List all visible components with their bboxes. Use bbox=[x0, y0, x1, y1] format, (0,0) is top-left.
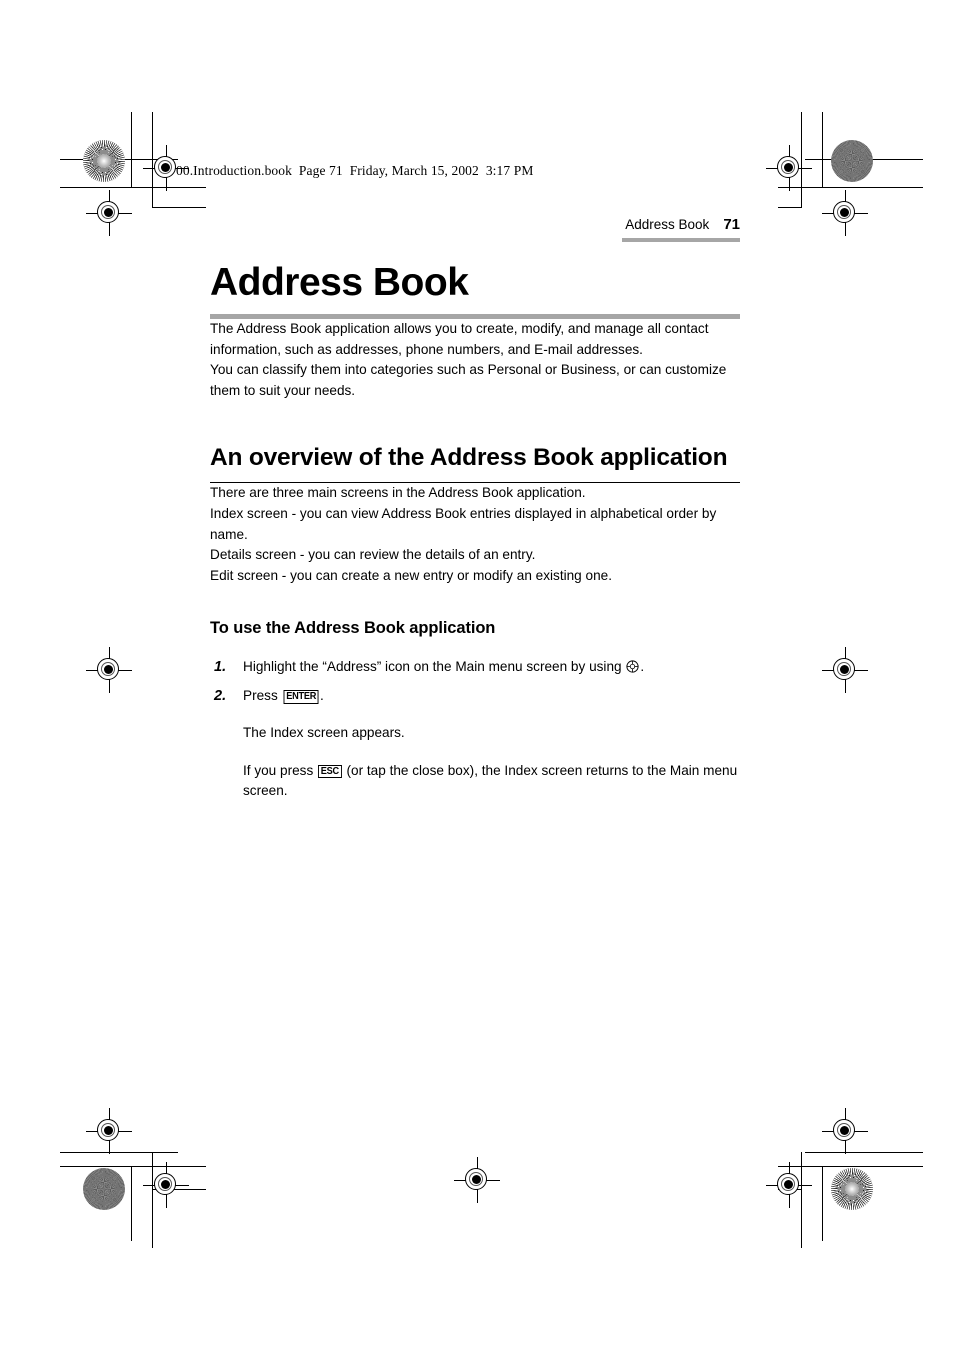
gray-dot-target-top-right bbox=[831, 140, 873, 182]
crop-mark bbox=[822, 1166, 823, 1241]
registration-mark bbox=[86, 190, 132, 236]
step-number: 1. bbox=[214, 658, 227, 675]
registration-mark bbox=[86, 647, 132, 693]
registration-mark bbox=[454, 1157, 500, 1203]
running-header-title: Address Book bbox=[625, 217, 710, 232]
running-header: Address Book 71 bbox=[420, 216, 740, 242]
page-number: 71 bbox=[723, 216, 740, 233]
procedure-title: To use the Address Book application bbox=[210, 618, 496, 637]
esc-key-glyph: ESC bbox=[318, 764, 342, 779]
running-header-rule bbox=[622, 238, 740, 242]
step-text: Highlight the “Address” icon on the Main… bbox=[243, 658, 622, 674]
crop-mark bbox=[822, 112, 823, 187]
step-text: Press bbox=[243, 687, 278, 703]
section-body-paragraph: There are three main screens in the Addr… bbox=[210, 485, 717, 583]
crop-mark bbox=[131, 1166, 132, 1241]
note-esc-behavior: If you press ESC (or tap the close box),… bbox=[243, 761, 740, 802]
procedure-notes: The Index screen appears. If you press E… bbox=[243, 723, 740, 801]
content-column: Address Book The Address Book applicatio… bbox=[210, 261, 740, 801]
step-number: 2. bbox=[214, 687, 227, 704]
enter-key-glyph: ENTER bbox=[283, 689, 319, 704]
note-index-screen: The Index screen appears. bbox=[243, 725, 405, 741]
crop-mark bbox=[778, 207, 802, 208]
registration-mark bbox=[766, 1162, 812, 1208]
registration-mark bbox=[143, 1162, 189, 1208]
rosette-target-bottom-right bbox=[831, 1168, 873, 1210]
crop-mark bbox=[152, 207, 206, 208]
procedure-steps: 1. Highlight the “Address” icon on the M… bbox=[210, 657, 740, 707]
dpad-icon bbox=[626, 659, 639, 673]
registration-mark bbox=[822, 647, 868, 693]
step-item: 2. Press ENTER. bbox=[210, 686, 740, 706]
note-text-lead: If you press bbox=[243, 762, 314, 778]
document-page: 00.Introduction.book Page 71 Friday, Mar… bbox=[0, 0, 954, 1351]
gray-dot-target-bottom-left bbox=[83, 1168, 125, 1210]
step-item: 1. Highlight the “Address” icon on the M… bbox=[210, 657, 740, 677]
registration-mark bbox=[766, 145, 812, 191]
chapter-title: Address Book bbox=[210, 261, 469, 304]
step-text-tail: . bbox=[319, 687, 324, 703]
section-title: An overview of the Address Book applicat… bbox=[210, 443, 728, 471]
registration-mark bbox=[822, 1108, 868, 1154]
chapter-intro-paragraph: The Address Book application allows you … bbox=[210, 321, 727, 399]
crop-mark bbox=[131, 112, 132, 187]
step-text-tail: . bbox=[640, 658, 645, 674]
registration-mark bbox=[822, 190, 868, 236]
registration-mark bbox=[86, 1108, 132, 1154]
file-stamp: 00.Introduction.book Page 71 Friday, Mar… bbox=[176, 163, 534, 178]
rosette-target-top-left bbox=[83, 140, 125, 182]
